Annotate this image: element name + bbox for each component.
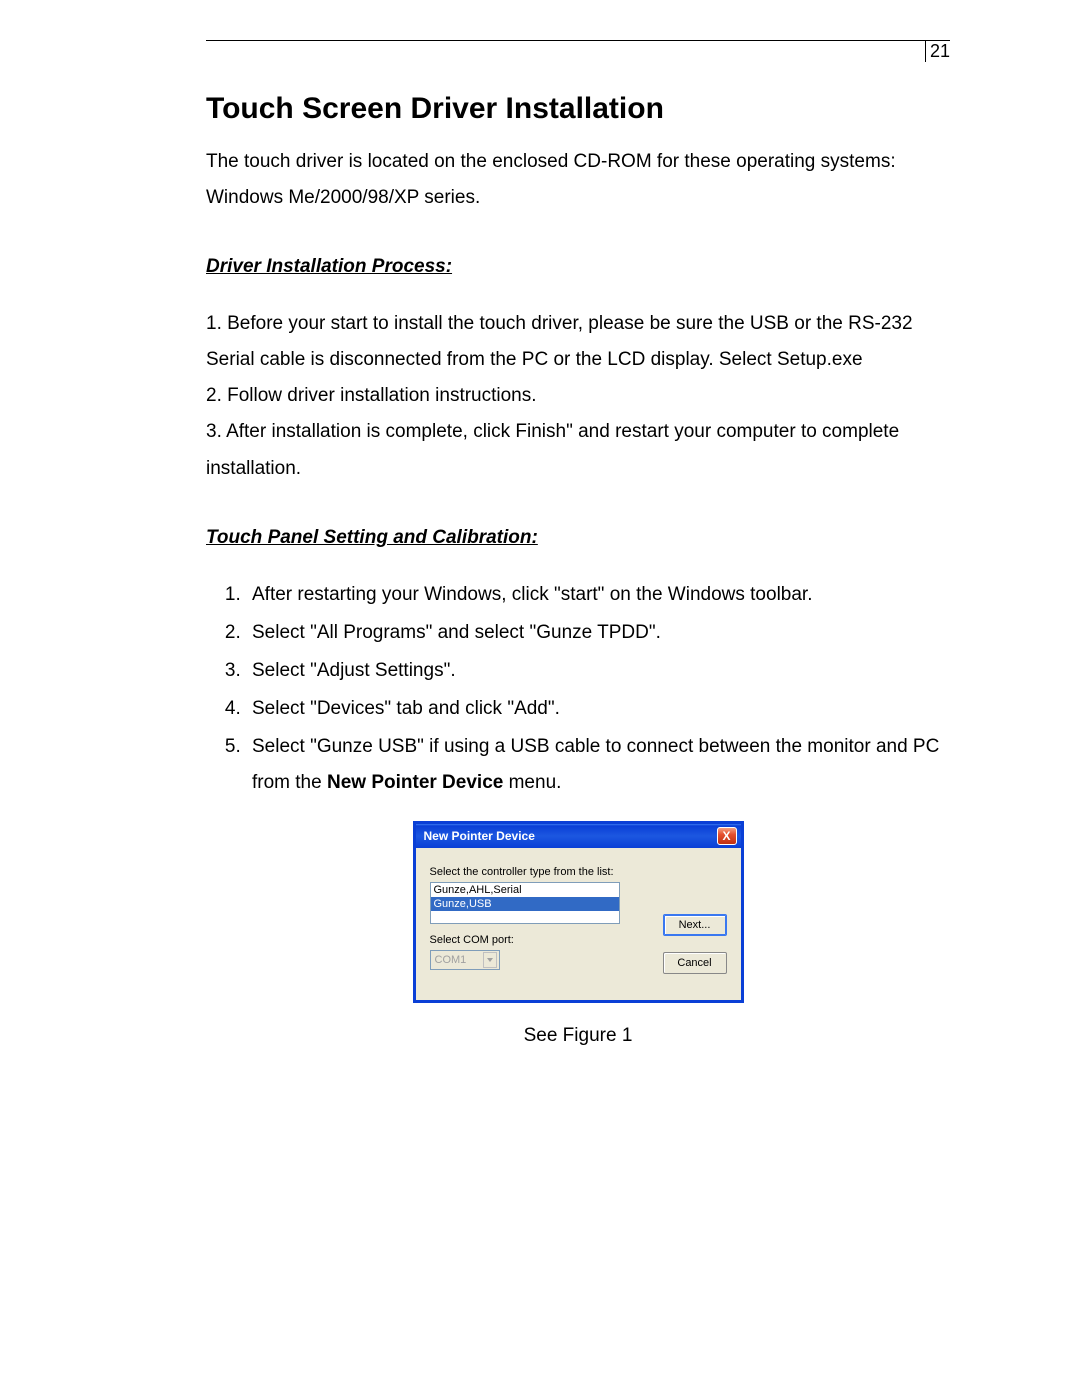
calibration-step-4: Select "Devices" tab and click "Add". xyxy=(246,691,950,727)
close-button[interactable]: X xyxy=(717,827,737,845)
process-list: 1. Before your start to install the touc… xyxy=(206,306,950,486)
dialog-title: New Pointer Device xyxy=(424,829,535,843)
new-pointer-device-dialog: New Pointer Device X Select the controll… xyxy=(413,821,744,1003)
intro-text: The touch driver is located on the enclo… xyxy=(206,144,950,216)
controller-listbox[interactable]: Gunze,AHL,Serial Gunze,USB xyxy=(430,882,620,924)
calibration-step-5: Select "Gunze USB" if using a USB cable … xyxy=(246,729,950,801)
calib5-bold: New Pointer Device xyxy=(327,772,503,793)
page-number: 21 xyxy=(925,41,950,62)
process-step-3: 3. After installation is complete, click… xyxy=(206,414,950,486)
cancel-button[interactable]: Cancel xyxy=(663,952,727,974)
calibration-step-2: Select "All Programs" and select "Gunze … xyxy=(246,615,950,651)
calibration-step-3: Select "Adjust Settings". xyxy=(246,653,950,689)
process-step-2: 2. Follow driver installation instructio… xyxy=(206,378,950,414)
chevron-down-icon xyxy=(483,952,497,968)
section-heading-calibration: Touch Panel Setting and Calibration: xyxy=(206,527,950,549)
calibration-step-1: After restarting your Windows, click "st… xyxy=(246,577,950,613)
controller-list-label: Select the controller type from the list… xyxy=(430,866,727,878)
figure-caption: See Figure 1 xyxy=(206,1025,950,1047)
page-title: Touch Screen Driver Installation xyxy=(206,92,950,126)
calibration-list: After restarting your Windows, click "st… xyxy=(206,577,950,802)
close-icon: X xyxy=(722,829,730,843)
list-item-selected[interactable]: Gunze,USB xyxy=(431,897,619,911)
com-port-value: COM1 xyxy=(435,954,467,966)
list-item[interactable]: Gunze,AHL,Serial xyxy=(431,883,619,897)
dialog-titlebar[interactable]: New Pointer Device X xyxy=(416,824,741,848)
next-button[interactable]: Next... xyxy=(663,914,727,936)
com-port-combo[interactable]: COM1 xyxy=(430,950,500,970)
header-rule xyxy=(206,40,950,41)
calib5-part-b: menu. xyxy=(503,772,561,793)
section-heading-process: Driver Installation Process: xyxy=(206,256,950,278)
process-step-1: 1. Before your start to install the touc… xyxy=(206,306,950,378)
